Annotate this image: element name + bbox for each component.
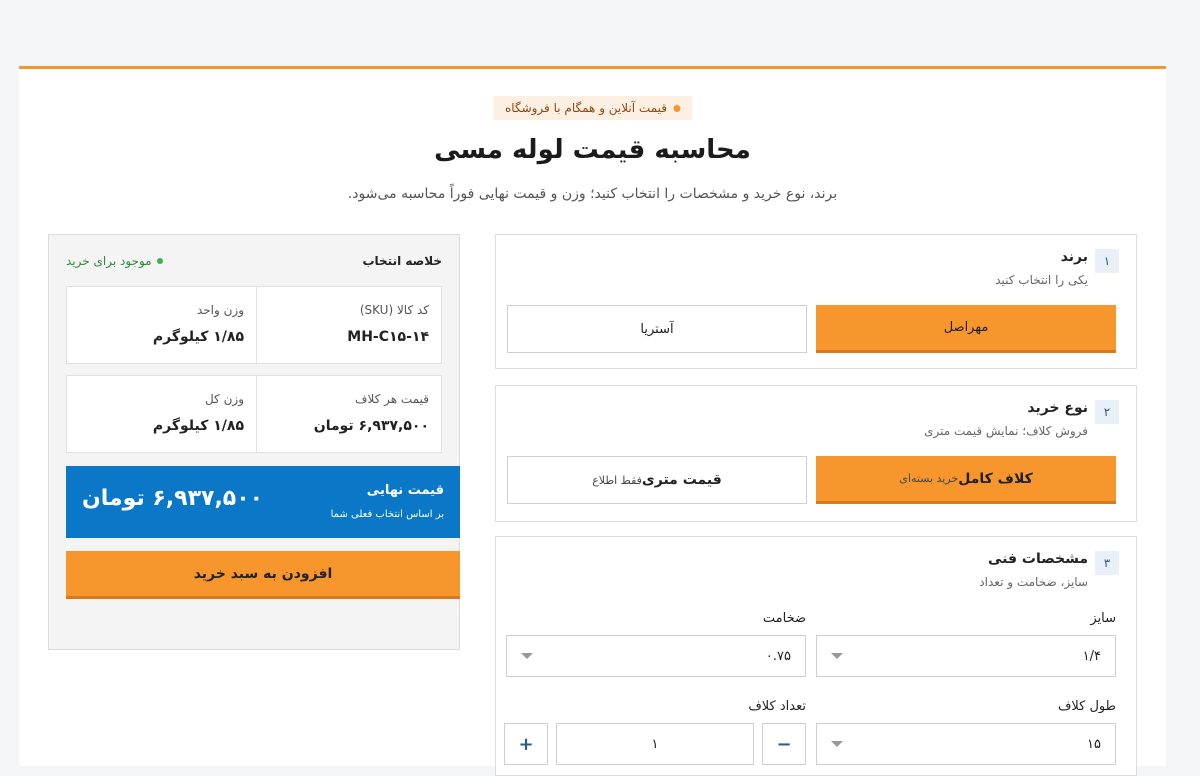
length-label: طول کلاف xyxy=(1057,699,1116,714)
sku-value: MH-C۱۵-۱۴ xyxy=(347,329,429,345)
final-price-box: قیمت نهایی بر اساس انتخاب فعلی شما ۶,۹۳۷… xyxy=(66,466,460,538)
count-label: تعداد کلاف xyxy=(748,699,806,714)
chevron-down-icon xyxy=(831,741,843,747)
chevron-down-icon xyxy=(521,653,533,659)
brand-option-mehrasl[interactable]: مهراصل xyxy=(816,305,1116,353)
coil-price-label: قیمت هر کلاف xyxy=(355,392,429,406)
add-to-cart-button[interactable]: افزودن به سبد خرید xyxy=(66,551,460,599)
total-weight-value: ۱/۸۵ کیلوگرم xyxy=(152,418,244,434)
badge-text: قیمت آنلاین و همگام با فروشگاه xyxy=(504,101,668,115)
option-full-coil[interactable]: کلاف کامل خرید بسته‌ای xyxy=(816,456,1116,504)
step-subtitle: سایز، ضخامت و تعداد xyxy=(979,575,1088,589)
size-label: سایز xyxy=(1090,611,1116,626)
summary-title: خلاصه انتخاب xyxy=(362,254,442,268)
step-title: برند xyxy=(1060,249,1088,265)
page-subtitle: برند، نوع خرید و مشخصات را انتخاب کنید؛ … xyxy=(347,186,838,202)
step-title: نوع خرید xyxy=(1027,400,1088,416)
thickness-value: ۰.۷۵ xyxy=(765,648,791,664)
step-number: ۳ xyxy=(1095,551,1119,575)
selection-summary: خلاصه انتخاب موجود برای خرید کد کالا (SK… xyxy=(48,234,460,650)
length-select[interactable]: ۱۵ xyxy=(816,723,1116,765)
stock-text: موجود برای خرید xyxy=(66,254,152,268)
calculator-card: قیمت آنلاین و همگام با فروشگاه محاسبه قی… xyxy=(19,66,1166,776)
brand-option-astria[interactable]: آستریا xyxy=(507,305,807,353)
thickness-label: ضخامت xyxy=(762,611,806,626)
step-subtitle: یکی را انتخاب کنید xyxy=(995,273,1088,287)
option-hint: فقط اطلاع xyxy=(592,473,642,487)
increment-button[interactable]: + xyxy=(504,723,548,765)
chevron-down-icon xyxy=(831,653,843,659)
size-value: ۱/۴ xyxy=(1082,648,1101,664)
sku-tile: کد کالا (SKU) MH-C۱۵-۱۴ xyxy=(251,286,442,364)
final-price-value: ۶,۹۳۷,۵۰۰ تومان xyxy=(82,486,264,511)
option-label: کلاف کامل xyxy=(958,470,1033,487)
specs-panel: ۳ مشخصات فنی سایز، ضخامت و تعداد سایز ضخ… xyxy=(495,536,1137,776)
option-label: قیمت متری xyxy=(641,472,722,488)
live-price-badge: قیمت آنلاین و همگام با فروشگاه xyxy=(492,96,693,120)
step-subtitle: فروش کلاف؛ نمایش قیمت متری xyxy=(924,424,1088,438)
final-price-note: بر اساس انتخاب فعلی شما xyxy=(330,509,444,520)
sku-label: کد کالا (SKU) xyxy=(359,303,429,317)
unit-weight-value: ۱/۸۵ کیلوگرم xyxy=(152,329,244,345)
step-number: ۱ xyxy=(1095,249,1119,273)
count-input[interactable]: ۱ xyxy=(556,723,754,765)
in-stock-dot-icon xyxy=(156,258,163,264)
purchase-type-panel: ۲ نوع خرید فروش کلاف؛ نمایش قیمت متری کل… xyxy=(495,385,1137,522)
step-title: مشخصات فنی xyxy=(987,551,1088,567)
length-value: ۱۵ xyxy=(1087,736,1101,752)
page-title: محاسبه قیمت لوله مسی xyxy=(434,135,751,165)
status-dot-icon xyxy=(673,104,681,112)
unit-weight-tile: وزن واحد ۱/۸۵ کیلوگرم xyxy=(66,286,257,364)
total-weight-label: وزن کل xyxy=(204,392,244,406)
stock-status: موجود برای خرید xyxy=(66,254,163,268)
step-number: ۲ xyxy=(1095,400,1119,424)
brand-panel: ۱ برند یکی را انتخاب کنید مهراصل آستریا xyxy=(495,234,1137,369)
coil-price-value: ۶,۹۳۷,۵۰۰ تومان xyxy=(313,418,429,434)
thickness-select[interactable]: ۰.۷۵ xyxy=(506,635,806,677)
total-weight-tile: وزن کل ۱/۸۵ کیلوگرم xyxy=(66,375,257,453)
coil-price-tile: قیمت هر کلاف ۶,۹۳۷,۵۰۰ تومان xyxy=(251,375,442,453)
option-meter-price[interactable]: قیمت متری فقط اطلاع xyxy=(507,456,807,504)
option-hint: خرید بسته‌ای xyxy=(899,472,959,485)
decrement-button[interactable]: − xyxy=(762,723,806,765)
size-select[interactable]: ۱/۴ xyxy=(816,635,1116,677)
unit-weight-label: وزن واحد xyxy=(196,303,244,317)
final-price-label: قیمت نهایی xyxy=(366,483,444,498)
